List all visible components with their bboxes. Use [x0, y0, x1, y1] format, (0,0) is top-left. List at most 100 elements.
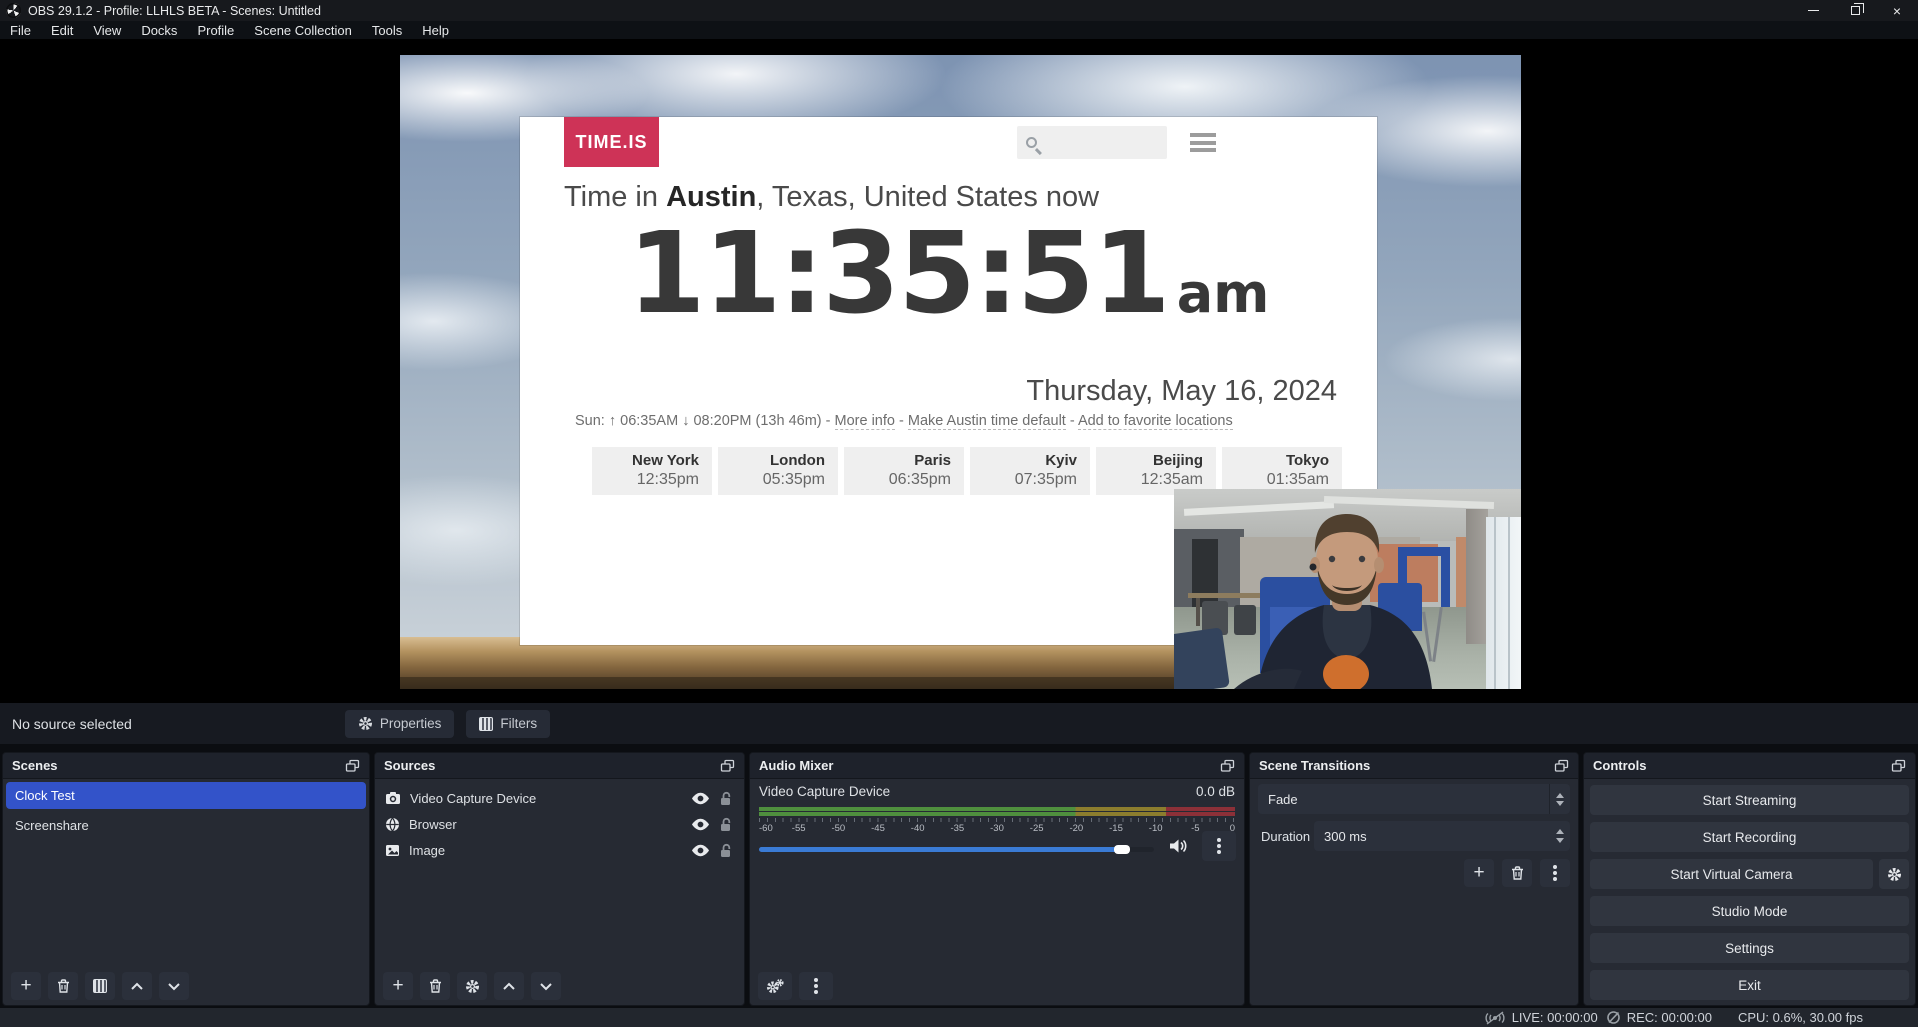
webcam-person	[1174, 489, 1521, 689]
clock-digits: 11:35:51	[628, 209, 1169, 339]
menu-help[interactable]: Help	[412, 23, 459, 38]
source-properties-button[interactable]	[457, 972, 487, 1000]
remove-source-button[interactable]	[420, 972, 450, 1000]
obs-logo-icon	[6, 3, 21, 18]
source-row-image[interactable]: Image	[375, 837, 744, 863]
volume-meter-left	[759, 807, 1235, 811]
advanced-audio-button[interactable]	[758, 972, 792, 1000]
source-row-video-capture[interactable]: Video Capture Device	[375, 785, 744, 811]
menu-file[interactable]: File	[0, 23, 41, 38]
chevron-up-icon	[130, 982, 144, 991]
move-scene-up-button[interactable]	[122, 972, 152, 1000]
volume-meter-right	[759, 812, 1235, 816]
hamburger-menu-icon	[1190, 133, 1216, 156]
cpu-status: CPU: 0.6%, 30.00 fps	[1738, 1010, 1863, 1025]
studio-mode-button[interactable]: Studio Mode	[1590, 896, 1909, 926]
timeis-date: Thursday, May 16, 2024	[1026, 375, 1337, 408]
lock-icon[interactable]	[719, 791, 732, 806]
make-default-link: Make Austin time default	[908, 413, 1066, 430]
remove-transition-button[interactable]	[1502, 859, 1532, 887]
search-icon	[1026, 137, 1037, 148]
virtual-camera-settings-button[interactable]	[1879, 859, 1909, 889]
audio-mixer-header: Audio Mixer	[750, 753, 1244, 779]
trash-icon	[429, 979, 442, 993]
add-source-button[interactable]: +	[383, 972, 413, 1000]
start-streaming-button[interactable]: Start Streaming	[1590, 785, 1909, 815]
scene-item-clock-test[interactable]: Clock Test	[6, 782, 366, 809]
scene-filters-button[interactable]	[85, 972, 115, 1000]
menu-scene-collection[interactable]: Scene Collection	[244, 23, 362, 38]
chevron-up-icon	[502, 982, 516, 991]
select-spinner[interactable]	[1549, 784, 1570, 814]
start-recording-button[interactable]: Start Recording	[1590, 822, 1909, 852]
transition-properties-button[interactable]	[1540, 859, 1570, 887]
menu-edit[interactable]: Edit	[41, 23, 83, 38]
scene-transitions-panel: Scene Transitions Fade Duration 300 ms +	[1249, 752, 1579, 1006]
filters-button[interactable]: Filters	[466, 710, 550, 738]
obs-window: OBS 29.1.2 - Profile: LLHLS BETA - Scene…	[0, 0, 1918, 1027]
popout-icon[interactable]	[345, 759, 360, 772]
popout-icon[interactable]	[1220, 759, 1235, 772]
selection-bar: No source selected Properties Filters	[0, 703, 1918, 744]
mixer-channel-row: Video Capture Device 0.0 dB	[759, 784, 1235, 799]
globe-icon	[385, 817, 400, 832]
close-button[interactable]: ×	[1876, 0, 1918, 21]
lock-icon[interactable]	[719, 817, 732, 832]
volume-slider-handle[interactable]	[1114, 845, 1130, 854]
window-buttons: ×	[1792, 0, 1918, 21]
mixer-channel-menu-button[interactable]	[1202, 831, 1236, 861]
scene-preview[interactable]: TIME.IS Time in Austin, Texas, United St…	[400, 55, 1521, 689]
preview-canvas: TIME.IS Time in Austin, Texas, United St…	[0, 39, 1918, 703]
eye-icon[interactable]	[691, 844, 710, 857]
menu-docks[interactable]: Docks	[131, 23, 187, 38]
add-scene-button[interactable]: +	[11, 972, 41, 1000]
city-card-newyork: New York12:35pm	[592, 447, 712, 495]
eye-icon[interactable]	[691, 792, 710, 805]
record-off-icon	[1606, 1010, 1621, 1025]
start-virtual-camera-button[interactable]: Start Virtual Camera	[1590, 859, 1873, 889]
mixer-channel-name: Video Capture Device	[759, 784, 890, 799]
duration-spinner[interactable]	[1556, 829, 1564, 843]
mixer-menu-button[interactable]	[799, 972, 833, 1000]
source-row-browser[interactable]: Browser	[375, 811, 744, 837]
move-scene-down-button[interactable]	[159, 972, 189, 1000]
menu-view[interactable]: View	[83, 23, 131, 38]
popout-icon[interactable]	[1891, 759, 1906, 772]
remove-scene-button[interactable]	[48, 972, 78, 1000]
menu-profile[interactable]: Profile	[187, 23, 244, 38]
live-status: LIVE: 00:00:00	[1484, 1010, 1598, 1025]
sources-toolbar: +	[383, 972, 561, 1000]
spin-up-icon	[1556, 793, 1564, 798]
filter-icon	[93, 979, 107, 993]
timeis-city-row: New York12:35pm London05:35pm Paris06:35…	[592, 447, 1342, 495]
minimize-icon	[1808, 10, 1819, 12]
duration-spinbox[interactable]: 300 ms	[1314, 821, 1570, 851]
clock-ampm: am	[1177, 262, 1270, 325]
menu-tools[interactable]: Tools	[362, 23, 412, 38]
eye-icon[interactable]	[691, 818, 710, 831]
meter-tick-ruler	[759, 818, 1235, 822]
lock-icon[interactable]	[719, 843, 732, 858]
move-source-down-button[interactable]	[531, 972, 561, 1000]
chevron-down-icon	[167, 982, 181, 991]
scene-item-screenshare[interactable]: Screenshare	[6, 812, 366, 839]
restore-button[interactable]	[1834, 0, 1876, 21]
scenes-toolbar: +	[11, 972, 189, 1000]
audio-mixer-panel: Audio Mixer Video Capture Device 0.0 dB …	[749, 752, 1245, 1006]
popout-icon[interactable]	[1554, 759, 1569, 772]
add-transition-button[interactable]: +	[1464, 859, 1494, 887]
speaker-icon[interactable]	[1168, 837, 1188, 855]
properties-button[interactable]: Properties	[345, 710, 455, 738]
exit-button[interactable]: Exit	[1590, 970, 1909, 1000]
minimize-button[interactable]	[1792, 0, 1834, 21]
scenes-panel: Scenes Clock Test Screenshare +	[2, 752, 370, 1006]
gear-icon	[465, 979, 480, 994]
webcam-source-layer[interactable]	[1174, 489, 1521, 689]
volume-slider[interactable]	[759, 841, 1154, 857]
settings-button[interactable]: Settings	[1590, 933, 1909, 963]
city-card-kyiv: Kyiv07:35pm	[970, 447, 1090, 495]
trash-icon	[57, 979, 70, 993]
move-source-up-button[interactable]	[494, 972, 524, 1000]
transition-select[interactable]: Fade	[1258, 784, 1570, 814]
popout-icon[interactable]	[720, 759, 735, 772]
